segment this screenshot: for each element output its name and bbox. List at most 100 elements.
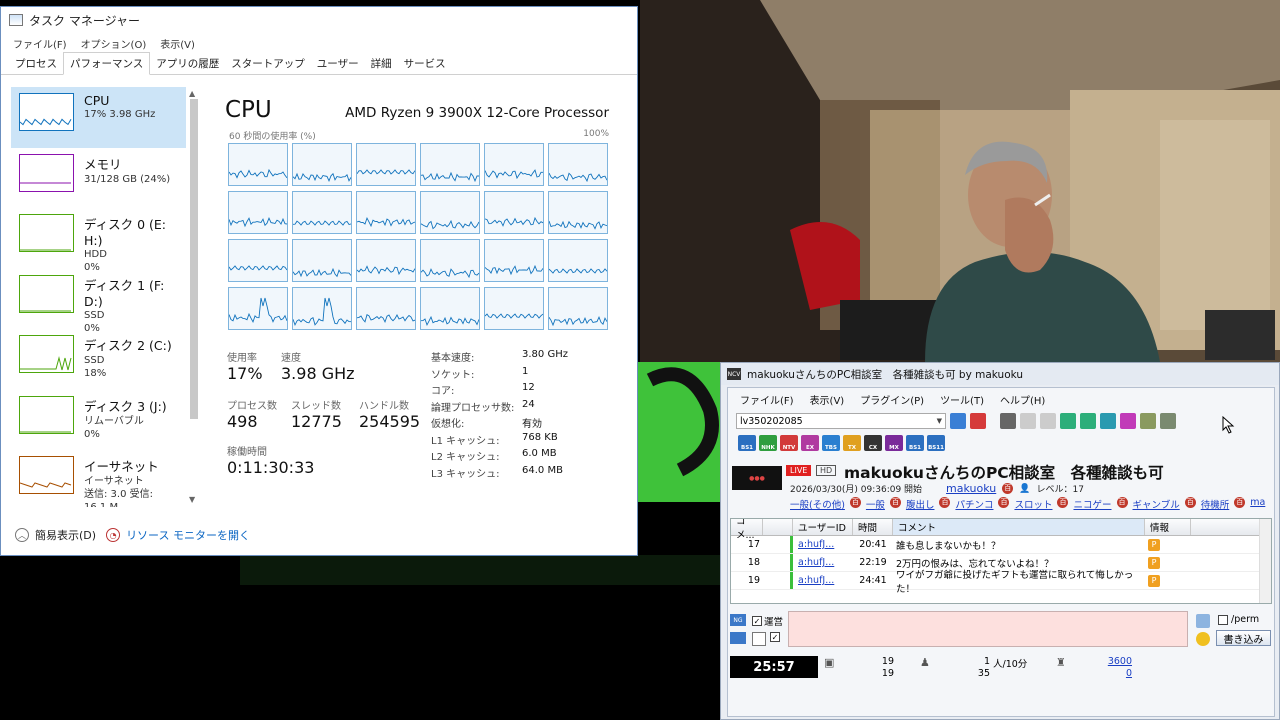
tag-dic-icon[interactable]: 百 (1057, 497, 1069, 508)
menu-view[interactable]: 表示(V) (160, 36, 195, 51)
simple-view-button[interactable]: ︿ 簡易表示(D) (15, 527, 96, 543)
tab-processes[interactable]: プロセス (9, 53, 63, 74)
ncv-menu-tools[interactable]: ツール(T) (940, 392, 984, 407)
channel-button[interactable]: BS1 (906, 435, 924, 451)
sidebar-item[interactable]: イーサネットイーサネット送信: 3.0 受信: 16.1 M (11, 450, 186, 507)
tag-link[interactable]: パチンコ (955, 497, 993, 511)
comment-info: P (1145, 554, 1191, 571)
ncv-titlebar[interactable]: NCV makuokuさんちのPC相談室 各種雑談も可 by makuoku (721, 363, 1279, 385)
channel-button[interactable]: BS11 (927, 435, 945, 451)
tag-link[interactable]: 待機所 (1201, 497, 1230, 511)
list-view-icon[interactable] (752, 632, 766, 646)
channel-button[interactable]: TX (843, 435, 861, 451)
connect-icon[interactable] (950, 413, 966, 429)
live-id-combobox[interactable]: lv350202085 ▼ (736, 413, 946, 429)
sidebar-item[interactable]: CPU 17% 3.98 GHz (11, 87, 186, 148)
toolbar-icon-b[interactable] (1040, 413, 1056, 429)
tab-performance[interactable]: パフォーマンス (63, 52, 151, 75)
disconnect-icon[interactable] (970, 413, 986, 429)
channel-button[interactable]: NTV (780, 435, 798, 451)
upload-icon[interactable] (1060, 413, 1076, 429)
menu-options[interactable]: オプション(O) (81, 36, 147, 51)
col-header-comment[interactable]: コメント (893, 519, 1145, 535)
tab-details[interactable]: 詳細 (365, 53, 398, 74)
tab-app-history[interactable]: アプリの履歴 (150, 53, 225, 74)
emoji-icon[interactable] (1196, 632, 1210, 646)
sidebar-scrollbar[interactable]: ▲ ▼ (187, 89, 201, 509)
resource-monitor-link[interactable]: ◔ リソース モニターを開く (106, 527, 250, 543)
comment-input[interactable] (788, 611, 1188, 647)
table-row[interactable]: 19 a:hufJ... 24:41 ワイがフガ爺に投げたギフトも運営に取られて悔しか… (731, 570, 1271, 595)
tag-dic-icon[interactable]: 百 (889, 497, 901, 508)
sidebar-item-detail: イーサネット (84, 476, 144, 487)
mode-icon[interactable] (730, 632, 746, 644)
write-button[interactable]: 書き込み (1216, 630, 1271, 646)
comment-user-id[interactable]: a:hufJ... (793, 572, 853, 589)
tag-link[interactable]: 腹出し (906, 497, 935, 511)
tag-link[interactable]: ニコゲー (1073, 497, 1111, 511)
comment-user-id[interactable]: a:hufJ... (793, 554, 853, 571)
sidebar-item[interactable]: ディスク 2 (C:) SSD 18% (11, 329, 186, 390)
menu-file[interactable]: ファイル(F) (13, 36, 67, 51)
sidebar-item-detail: HDD (84, 249, 107, 260)
col-header-user[interactable]: ユーザーID (793, 519, 853, 535)
184-checkbox[interactable]: ✓ (770, 632, 780, 642)
tab-startup[interactable]: スタートアップ (225, 53, 311, 74)
task-manager-titlebar[interactable]: タスク マネージャー (1, 7, 637, 33)
scrollbar-thumb[interactable] (190, 99, 198, 419)
comment-user-id[interactable]: a:hufJ... (793, 536, 853, 553)
chevron-down-icon[interactable]: ▼ (937, 417, 945, 425)
col-header-blank[interactable] (763, 519, 793, 535)
perm-checkbox[interactable] (1218, 614, 1228, 625)
tag-link[interactable]: 一般(その他) (790, 497, 845, 511)
tab-services[interactable]: サービス (398, 53, 452, 74)
ncv-menu-view[interactable]: 表示(V) (810, 392, 845, 407)
scroll-up-icon[interactable]: ▲ (189, 89, 195, 98)
toolbar-icon-a[interactable] (1020, 413, 1036, 429)
ncv-menu-help[interactable]: ヘルプ(H) (1000, 392, 1045, 407)
col-header-time[interactable]: 時間 (853, 519, 893, 535)
col-header-number[interactable]: コメ... (731, 519, 763, 541)
owner-link[interactable]: makuoku (946, 482, 996, 495)
spec-value: 3.80 GHz (522, 349, 568, 360)
ng-icon[interactable]: NG (730, 614, 746, 626)
col-header-info[interactable]: 情報 (1145, 519, 1191, 535)
pen-icon[interactable] (1120, 413, 1136, 429)
plugin-icon[interactable] (1140, 413, 1156, 429)
scroll-down-icon[interactable]: ▼ (189, 495, 195, 504)
tab-users[interactable]: ユーザー (311, 53, 365, 74)
tag-link[interactable]: 一般 (866, 497, 885, 511)
sidebar-item[interactable]: ディスク 3 (J:) リムーバブル 0% (11, 390, 186, 451)
viewer-count-2: 35 (977, 668, 990, 679)
command-icon[interactable] (1196, 614, 1210, 628)
sidebar-item[interactable]: メモリ 31/128 GB (24%) (11, 148, 186, 209)
user-icon[interactable] (1080, 413, 1096, 429)
list-icon[interactable] (1100, 413, 1116, 429)
tag-dic-icon[interactable]: 百 (998, 497, 1010, 508)
tag-dic-icon[interactable]: 百 (1184, 497, 1196, 508)
point-count-2[interactable]: 0 (1088, 668, 1132, 679)
ncv-menu-file[interactable]: ファイル(F) (740, 392, 794, 407)
channel-button[interactable]: NHK (759, 435, 777, 451)
tag-dic-icon[interactable]: 百 (1116, 497, 1128, 508)
tag-dic-icon[interactable]: 百 (1234, 497, 1246, 508)
reload-icon[interactable] (1000, 413, 1016, 429)
tag-link[interactable]: ギャンブル (1133, 497, 1180, 511)
channel-button[interactable]: MX (885, 435, 903, 451)
tag-dic-icon[interactable]: 百 (849, 497, 861, 508)
tag-link[interactable]: ma (1250, 497, 1265, 511)
tag-link[interactable]: スロット (1014, 497, 1052, 511)
tag-dic-icon[interactable]: 百 (939, 497, 951, 508)
point-count[interactable]: 3600 (1088, 656, 1132, 667)
gear-icon[interactable] (1160, 413, 1176, 429)
channel-button[interactable]: BS1 (738, 435, 756, 451)
sidebar-item[interactable]: ディスク 0 (E: H:) HDD 0% (11, 208, 186, 273)
sidebar-item[interactable]: ディスク 1 (F: D:) SSD 0% (11, 269, 186, 334)
unei-checkbox[interactable]: ✓ (752, 616, 762, 626)
channel-button[interactable]: TBS (822, 435, 840, 451)
table-row[interactable]: 17 a:hufJ... 20:41 誰も息しまないかも！？ P (731, 536, 1271, 554)
ncv-menu-plugin[interactable]: プラグイン(P) (860, 392, 924, 407)
comment-scrollbar[interactable] (1259, 519, 1271, 603)
channel-button[interactable]: EX (801, 435, 819, 451)
channel-button[interactable]: CX (864, 435, 882, 451)
